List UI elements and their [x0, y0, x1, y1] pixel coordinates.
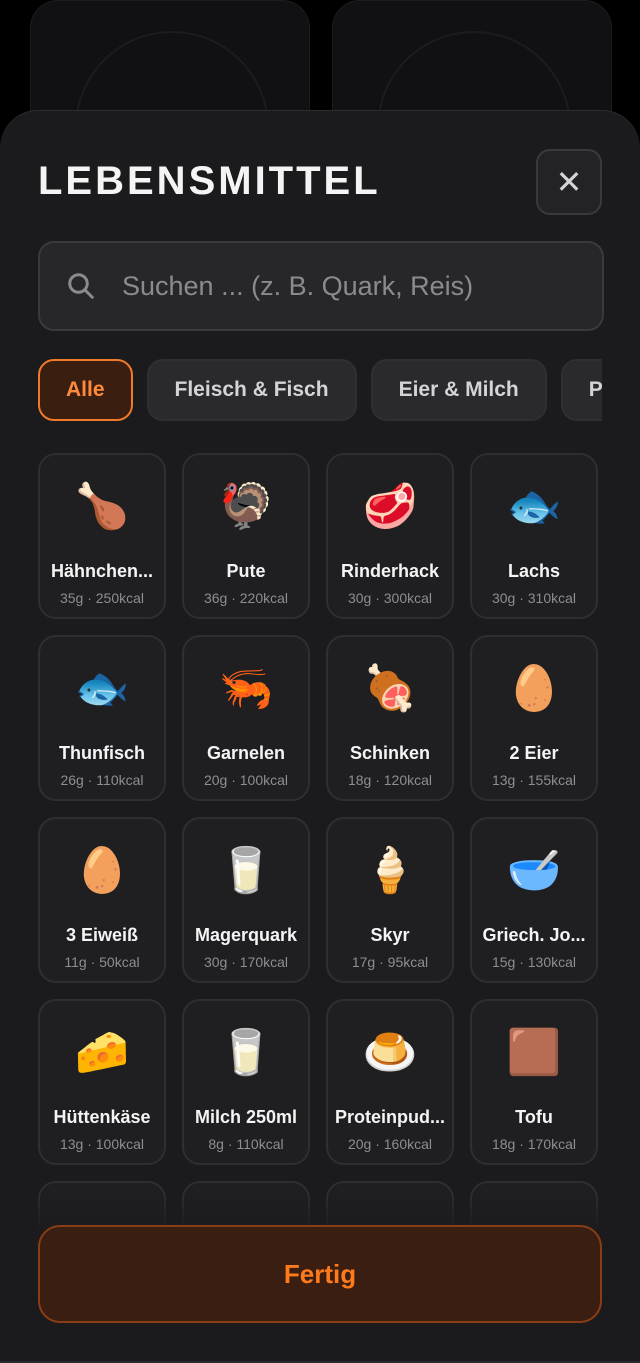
food-name: Schinken [349, 743, 431, 763]
food-icon: 🐟 [506, 482, 562, 531]
food-macros: 13g · 155kcal [491, 772, 577, 788]
food-icon: 🍮 [362, 1028, 418, 1077]
food-icon: 🐟 [74, 664, 130, 713]
food-name: Magerquark [194, 925, 298, 945]
food-macros: 26g · 110kcal [60, 772, 144, 788]
food-name: Lachs [507, 561, 561, 581]
food-tile[interactable]: 🍦 Skyr 17g · 95kcal [326, 817, 454, 983]
food-icon: 🥛 [218, 846, 274, 895]
food-macros: 11g · 50kcal [64, 954, 140, 970]
search-box[interactable] [38, 241, 604, 331]
food-tile[interactable]: 🍖 Schinken 18g · 120kcal [326, 635, 454, 801]
food-name: Griech. Jo... [482, 925, 586, 945]
food-name: Hähnchen... [50, 561, 153, 581]
food-tile[interactable]: 🥚 3 Eiweiß 11g · 50kcal [38, 817, 166, 983]
close-button[interactable]: ✕ [536, 149, 602, 215]
food-name: Proteinpud... [335, 1107, 445, 1127]
food-macros: 30g · 170kcal [203, 954, 289, 970]
food-tile[interactable]: 🟫 Tofu 18g · 170kcal [470, 999, 598, 1165]
food-name: 3 Eiweiß [65, 925, 139, 945]
food-name: 2 Eier [509, 743, 559, 763]
category-chip[interactable]: Eier & Milch [370, 359, 547, 421]
food-icon: 🍗 [74, 482, 130, 531]
food-macros: 36g · 220kcal [203, 590, 289, 606]
food-name: Rinderhack [340, 561, 440, 581]
food-icon: 🥩 [362, 482, 418, 531]
food-macros: 30g · 310kcal [491, 590, 577, 606]
food-macros: 18g · 170kcal [491, 1136, 577, 1152]
food-icon: 🦐 [218, 664, 274, 713]
food-icon: 🥣 [506, 846, 562, 895]
food-grid: 🍗 Hähnchen... 35g · 250kcal 🦃 Pute 36g · 220k… [38, 453, 602, 1231]
food-tile[interactable]: 🥛 Milch 250ml 8g · 110kcal [182, 999, 310, 1165]
food-macros: 20g · 100kcal [203, 772, 289, 788]
food-macros: 35g · 250kcal [59, 590, 145, 606]
category-chips: AlleFleisch & FischEier & MilchPf [38, 359, 602, 425]
food-icon: 🥛 [218, 1028, 274, 1077]
food-macros: 30g · 300kcal [347, 590, 433, 606]
food-name: Milch 250ml [194, 1107, 298, 1127]
food-name: Hüttenkäse [53, 1107, 151, 1127]
food-tile[interactable]: 🧀 Hüttenkäse 13g · 100kcal [38, 999, 166, 1165]
search-icon [68, 273, 94, 299]
food-macros: 8g · 110kcal [208, 1136, 284, 1152]
category-chip[interactable]: Fleisch & Fisch [146, 359, 357, 421]
food-icon: 🧀 [74, 1028, 130, 1077]
food-tile[interactable]: 🦃 Pute 36g · 220kcal [182, 453, 310, 619]
food-macros: 15g · 130kcal [491, 954, 577, 970]
food-macros: 13g · 100kcal [59, 1136, 145, 1152]
search-input[interactable] [120, 269, 564, 303]
food-macros: 18g · 120kcal [347, 772, 433, 788]
food-tile[interactable]: 🥚 2 Eier 13g · 155kcal [470, 635, 598, 801]
category-chip[interactable]: Alle [38, 359, 133, 421]
food-name: Pute [226, 561, 266, 581]
close-icon: ✕ [555, 164, 583, 200]
food-icon: 🥚 [74, 846, 130, 895]
food-tile[interactable]: 🥛 Magerquark 30g · 170kcal [182, 817, 310, 983]
food-icon: 🦃 [218, 482, 274, 531]
food-name: Thunfisch [59, 743, 145, 763]
food-icon: 🥚 [506, 664, 562, 713]
food-macros: 17g · 95kcal [351, 954, 429, 970]
food-tile[interactable]: 🍮 Proteinpud... 20g · 160kcal [326, 999, 454, 1165]
done-button[interactable]: Fertig [38, 1225, 602, 1323]
food-picker-sheet: LEBENSMITTEL ✕ AlleFleisch & FischEier &… [0, 110, 640, 1363]
food-tile[interactable]: 🍗 Hähnchen... 35g · 250kcal [38, 453, 166, 619]
food-tile[interactable]: 🐟 Lachs 30g · 310kcal [470, 453, 598, 619]
category-chip[interactable]: Pf [560, 359, 602, 421]
food-tile[interactable]: 🥩 Rinderhack 30g · 300kcal [326, 453, 454, 619]
sheet-title: LEBENSMITTEL [38, 159, 381, 203]
food-name: Garnelen [206, 743, 286, 763]
food-name: Skyr [370, 925, 410, 945]
food-icon: 🍦 [362, 846, 418, 895]
food-macros: 20g · 160kcal [347, 1136, 433, 1152]
food-icon: 🟫 [506, 1028, 562, 1077]
food-tile[interactable]: 🥣 Griech. Jo... 15g · 130kcal [470, 817, 598, 983]
food-icon: 🍖 [362, 664, 418, 713]
food-name: Tofu [515, 1107, 553, 1127]
food-tile[interactable]: 🐟 Thunfisch 26g · 110kcal [38, 635, 166, 801]
food-tile[interactable]: 🦐 Garnelen 20g · 100kcal [182, 635, 310, 801]
